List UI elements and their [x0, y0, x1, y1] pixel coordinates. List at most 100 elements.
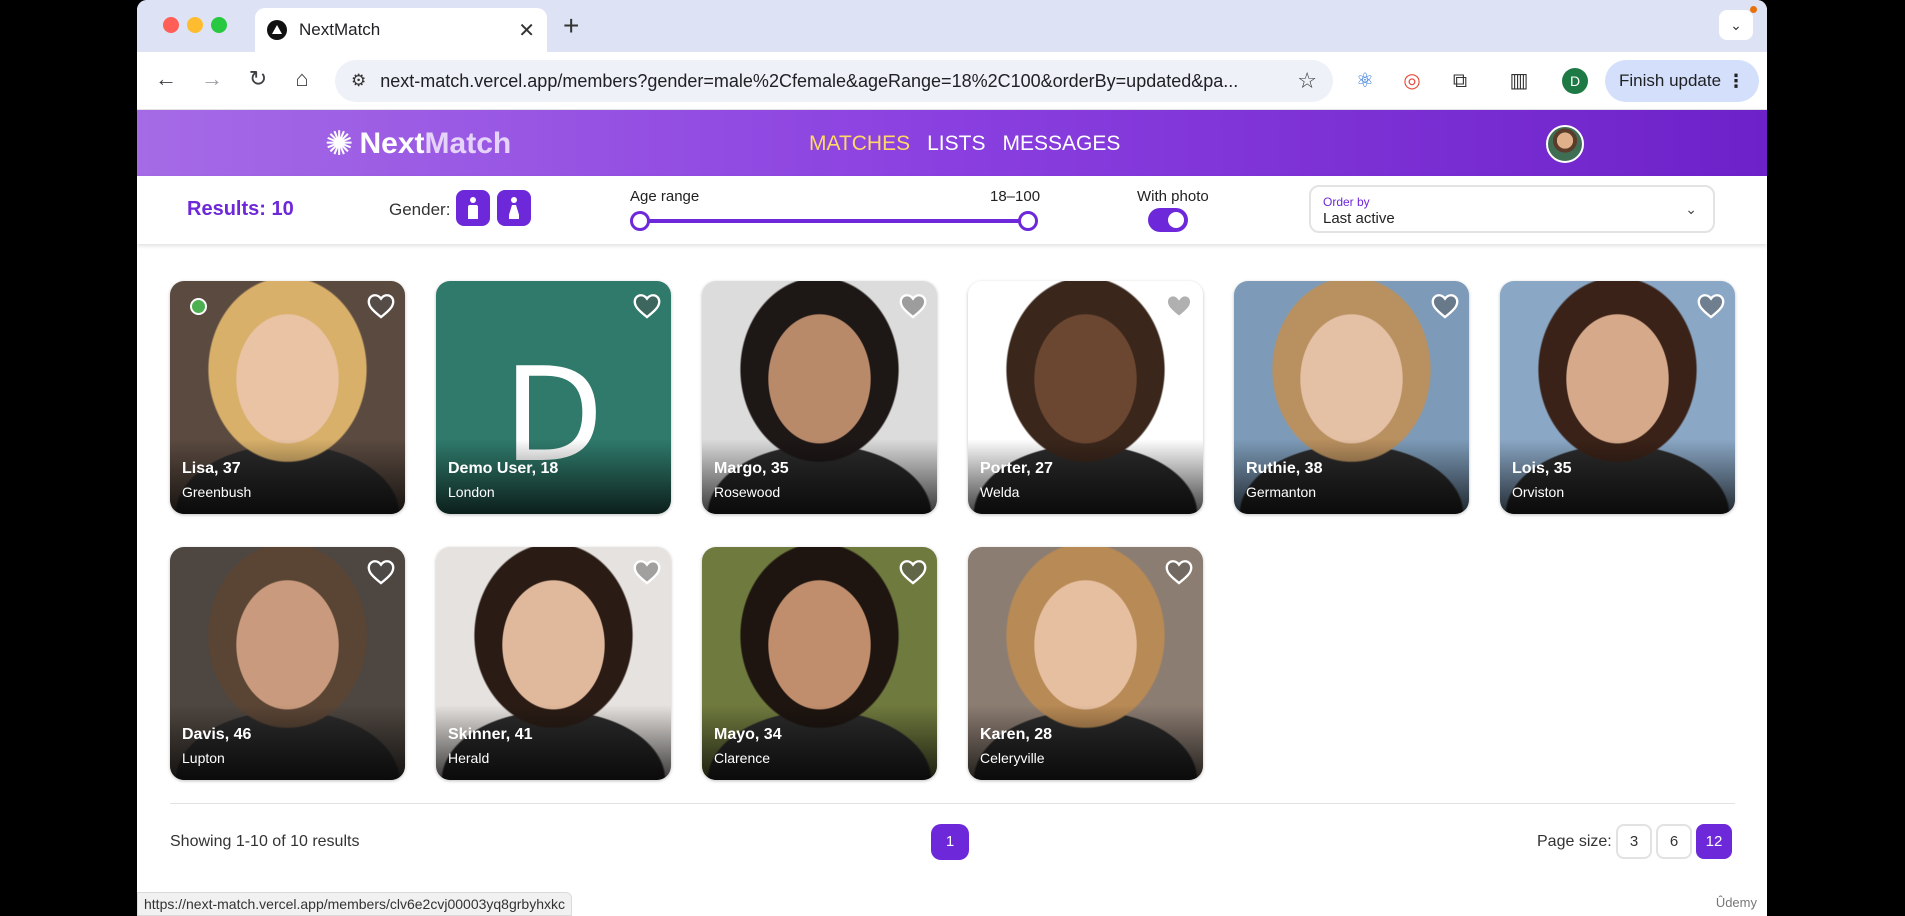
tab-title: NextMatch	[299, 20, 381, 39]
main-nav: MATCHES LISTS MESSAGES	[809, 132, 1120, 156]
user-avatar[interactable]	[1546, 125, 1584, 163]
tab-search-chevron-icon[interactable]: ⌄	[1719, 10, 1753, 40]
filter-bar: Results: 10 Gender: Age range 18–100 Wit…	[137, 176, 1767, 244]
new-tab-plus-icon[interactable]: +	[563, 10, 579, 42]
age-range-label: Age range	[630, 188, 700, 205]
member-name-age: Demo User, 18	[448, 460, 559, 477]
member-card[interactable]: D Demo User, 18 London	[436, 281, 671, 514]
page-size-6-button[interactable]: 6	[1656, 824, 1692, 859]
age-min-handle[interactable]	[630, 211, 650, 231]
finish-update-button[interactable]: Finish update ⋮	[1605, 60, 1759, 102]
minimize-window-button[interactable]	[187, 17, 203, 33]
member-card[interactable]: Lisa, 37 Greenbush	[170, 281, 405, 514]
member-card[interactable]: Ruthie, 38 Germanton	[1234, 281, 1469, 514]
heart-icon[interactable]	[367, 559, 395, 585]
heart-icon[interactable]	[899, 293, 927, 319]
order-by-value: Last active	[1323, 210, 1395, 227]
gender-label: Gender:	[389, 200, 451, 219]
heart-icon[interactable]	[1431, 293, 1459, 319]
member-city: Rosewood	[714, 484, 781, 500]
address-bar[interactable]: ⚙ next-match.vercel.app/members?gender=m…	[335, 60, 1333, 102]
reload-icon[interactable]: ↻	[243, 66, 273, 92]
with-photo-toggle[interactable]	[1148, 208, 1188, 232]
gender-male-button[interactable]	[456, 190, 490, 226]
member-name-age: Lois, 35	[1512, 460, 1572, 477]
close-icon[interactable]: ✕	[518, 18, 535, 43]
browser-profile-avatar[interactable]: D	[1562, 68, 1588, 94]
nextmatch-logo[interactable]: ✺ NextMatch	[325, 124, 511, 164]
page-size-12-button[interactable]: 12	[1696, 824, 1732, 859]
page-size-3-button[interactable]: 3	[1616, 824, 1652, 859]
member-city: Welda	[980, 484, 1020, 500]
member-name-age: Mayo, 34	[714, 726, 782, 743]
page-1-button[interactable]: 1	[931, 824, 969, 860]
age-range-slider-track[interactable]	[640, 219, 1028, 223]
footer-divider	[170, 803, 1735, 804]
bookmark-star-icon[interactable]: ☆	[1297, 68, 1317, 94]
member-card[interactable]: Davis, 46 Lupton	[170, 547, 405, 780]
online-status-dot	[190, 298, 207, 315]
gender-female-button[interactable]	[497, 190, 531, 226]
browser-window: NextMatch ✕ + ⌄ ← → ↻ ⌂ ⚙ next-match.ver…	[137, 0, 1767, 916]
url-text[interactable]: next-match.vercel.app/members?gender=mal…	[380, 71, 1297, 92]
member-card[interactable]: Margo, 35 Rosewood	[702, 281, 937, 514]
back-arrow-icon[interactable]: ←	[151, 66, 181, 92]
triangle-favicon-icon	[267, 20, 287, 40]
results-count: Results: 10	[187, 198, 294, 220]
order-by-label: Order by	[1323, 195, 1370, 209]
member-name-age: Davis, 46	[182, 726, 252, 743]
heart-icon[interactable]	[1165, 559, 1193, 585]
member-card[interactable]: Skinner, 41 Herald	[436, 547, 671, 780]
with-photo-label: With photo	[1137, 188, 1209, 205]
heart-icon[interactable]	[1697, 293, 1725, 319]
heart-icon[interactable]	[367, 293, 395, 319]
heart-icon[interactable]	[633, 559, 661, 585]
react-devtools-icon[interactable]: ⚛	[1352, 68, 1378, 94]
member-card[interactable]: Porter, 27 Welda	[968, 281, 1203, 514]
member-city: Lupton	[182, 750, 225, 766]
order-by-select[interactable]: Order by Last active ⌄	[1309, 185, 1715, 233]
side-panel-icon[interactable]: ▥	[1506, 68, 1532, 94]
member-name-age: Karen, 28	[980, 726, 1053, 743]
logo-sparkle-icon: ✺	[325, 125, 354, 163]
member-card[interactable]: Karen, 28 Celeryville	[968, 547, 1203, 780]
finish-update-label: Finish update	[1619, 71, 1722, 90]
showing-results-text: Showing 1-10 of 10 results	[170, 833, 360, 850]
nav-messages[interactable]: MESSAGES	[1002, 132, 1120, 156]
male-icon	[468, 197, 478, 219]
member-city: London	[448, 484, 495, 500]
member-city: Orviston	[1512, 484, 1565, 500]
age-max-handle[interactable]	[1018, 211, 1038, 231]
forward-arrow-icon[interactable]: →	[197, 66, 227, 92]
nav-lists[interactable]: LISTS	[927, 132, 985, 156]
member-city: Herald	[448, 750, 490, 766]
member-city: Celeryville	[980, 750, 1045, 766]
member-city: Germanton	[1246, 484, 1317, 500]
page-size-label: Page size:	[1537, 833, 1612, 850]
logo-text-next: Next	[359, 127, 425, 160]
member-name-age: Ruthie, 38	[1246, 460, 1323, 477]
heart-icon[interactable]	[899, 559, 927, 585]
member-name-age: Skinner, 41	[448, 726, 533, 743]
member-card[interactable]: Lois, 35 Orviston	[1500, 281, 1735, 514]
link-status-bar: https://next-match.vercel.app/members/cl…	[137, 892, 572, 916]
member-city: Clarence	[714, 750, 771, 766]
heart-icon[interactable]	[633, 293, 661, 319]
member-name-age: Porter, 27	[980, 460, 1053, 477]
member-card[interactable]: Mayo, 34 Clarence	[702, 547, 937, 780]
maximize-window-button[interactable]	[211, 17, 227, 33]
extensions-puzzle-icon[interactable]: ⧉	[1447, 68, 1473, 94]
heart-icon[interactable]	[1165, 293, 1193, 319]
female-icon	[509, 197, 519, 219]
chevron-down-icon: ⌄	[1685, 201, 1697, 217]
extension-circle-icon[interactable]: ◎	[1399, 68, 1425, 94]
browser-toolbar: ← → ↻ ⌂ ⚙ next-match.vercel.app/members?…	[137, 52, 1767, 110]
home-icon[interactable]: ⌂	[287, 66, 317, 92]
close-window-button[interactable]	[163, 17, 179, 33]
browser-tab[interactable]: NextMatch ✕	[255, 8, 547, 52]
more-vertical-icon[interactable]: ⋮	[1727, 71, 1745, 92]
app-navbar: ✺ NextMatch MATCHES LISTS MESSAGES	[137, 110, 1767, 176]
nav-matches[interactable]: MATCHES	[809, 132, 910, 156]
member-city: Greenbush	[182, 484, 252, 500]
site-settings-icon[interactable]: ⚙	[351, 71, 366, 91]
